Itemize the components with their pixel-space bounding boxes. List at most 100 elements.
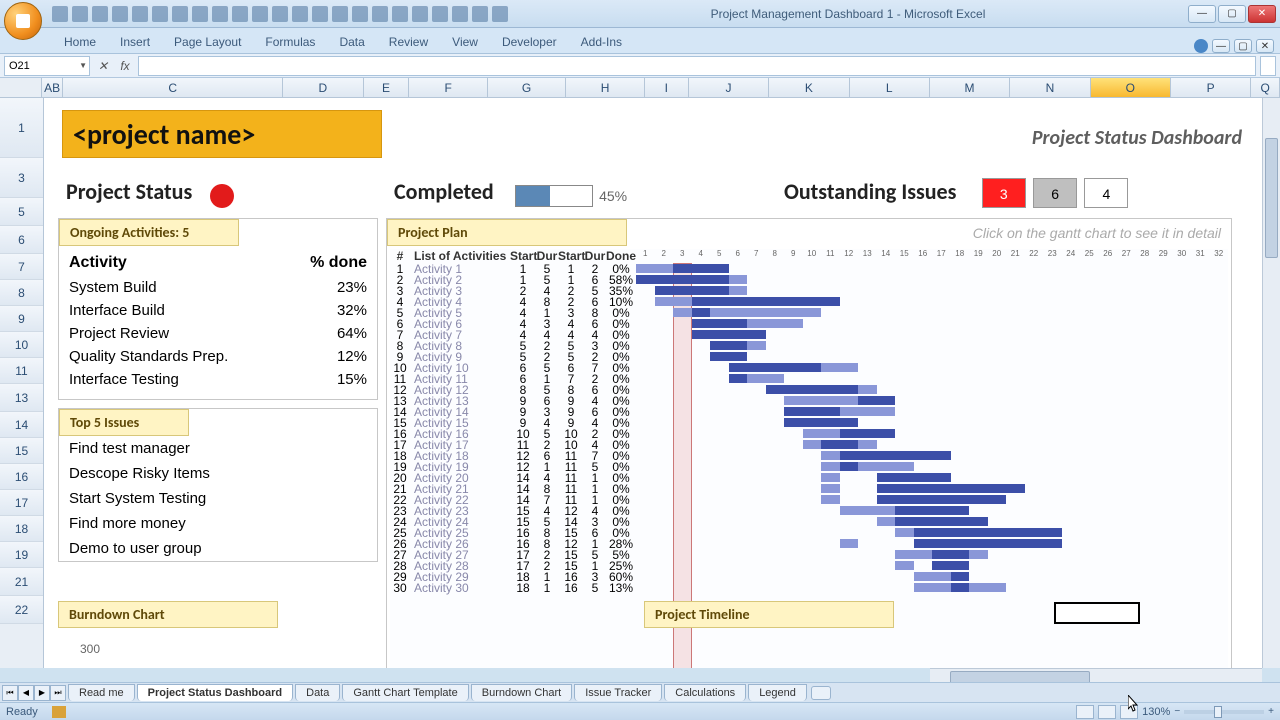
column-header[interactable]: K xyxy=(769,78,849,97)
tab-nav-first[interactable]: ⏮ xyxy=(2,685,18,701)
ribbon-restore-button[interactable]: ▢ xyxy=(1234,39,1252,53)
column-header[interactable]: P xyxy=(1171,78,1251,97)
row-header[interactable]: 21 xyxy=(0,568,43,596)
expand-formula-bar[interactable] xyxy=(1260,56,1276,76)
column-header[interactable]: O xyxy=(1091,78,1171,97)
maximize-button[interactable]: ▢ xyxy=(1218,5,1246,23)
qat-icon[interactable] xyxy=(272,6,288,22)
ribbon-tab-review[interactable]: Review xyxy=(377,31,440,53)
tab-nav-prev[interactable]: ◀ xyxy=(18,685,34,701)
row-header[interactable]: 14 xyxy=(0,412,43,438)
qat-icon[interactable] xyxy=(312,6,328,22)
row-header[interactable]: 15 xyxy=(0,438,43,464)
column-header[interactable]: F xyxy=(409,78,487,97)
column-header[interactable]: N xyxy=(1010,78,1090,97)
sheet-content[interactable]: <project name> Project Status Dashboard … xyxy=(44,98,1262,668)
new-sheet-button[interactable] xyxy=(811,686,831,700)
zoom-slider-thumb[interactable] xyxy=(1214,706,1222,718)
page-break-view-button[interactable] xyxy=(1120,705,1138,719)
row-header[interactable]: 18 xyxy=(0,516,43,542)
qat-icon[interactable] xyxy=(372,6,388,22)
sheet-tab[interactable]: Issue Tracker xyxy=(574,684,662,701)
ribbon-tab-view[interactable]: View xyxy=(440,31,490,53)
column-header[interactable]: J xyxy=(689,78,769,97)
column-header[interactable]: I xyxy=(645,78,689,97)
row-header[interactable]: 5 xyxy=(0,198,43,226)
row-header[interactable]: 22 xyxy=(0,596,43,624)
fx-icon[interactable]: fx xyxy=(116,57,134,75)
qat-icon[interactable] xyxy=(132,6,148,22)
sheet-tab[interactable]: Data xyxy=(295,684,340,701)
ribbon-tab-insert[interactable]: Insert xyxy=(108,31,162,53)
row-header[interactable]: 10 xyxy=(0,332,43,358)
qat-icon[interactable] xyxy=(392,6,408,22)
sheet-tab[interactable]: Calculations xyxy=(664,684,746,701)
undo-icon[interactable] xyxy=(72,6,88,22)
qat-icon[interactable] xyxy=(432,6,448,22)
tab-nav-next[interactable]: ▶ xyxy=(34,685,50,701)
ribbon-minimize-button[interactable]: — xyxy=(1212,39,1230,53)
qat-icon[interactable] xyxy=(172,6,188,22)
column-header[interactable]: AB xyxy=(42,78,63,97)
row-header[interactable]: 6 xyxy=(0,226,43,254)
row-header[interactable]: 1 xyxy=(0,98,43,158)
redo-icon[interactable] xyxy=(92,6,108,22)
qat-icon[interactable] xyxy=(152,6,168,22)
sheet-tab[interactable]: Gantt Chart Template xyxy=(342,684,468,701)
print-icon[interactable] xyxy=(112,6,128,22)
office-button[interactable] xyxy=(4,2,42,40)
qat-icon[interactable] xyxy=(412,6,428,22)
column-header[interactable]: D xyxy=(283,78,363,97)
row-header[interactable]: 11 xyxy=(0,358,43,384)
zoom-out-button[interactable]: − xyxy=(1174,706,1180,717)
sheet-tab[interactable]: Project Status Dashboard xyxy=(137,684,293,701)
ribbon-tab-developer[interactable]: Developer xyxy=(490,31,569,53)
row-header[interactable]: 19 xyxy=(0,542,43,568)
zoom-level[interactable]: 130% xyxy=(1142,706,1170,718)
cancel-icon[interactable]: ✕ xyxy=(94,57,112,75)
qat-icon[interactable] xyxy=(332,6,348,22)
ribbon-tab-add-ins[interactable]: Add-Ins xyxy=(569,31,634,53)
column-header[interactable]: G xyxy=(488,78,566,97)
column-header[interactable]: C xyxy=(63,78,283,97)
ribbon-tab-formulas[interactable]: Formulas xyxy=(253,31,327,53)
ribbon-tab-data[interactable]: Data xyxy=(327,31,376,53)
qat-icon[interactable] xyxy=(472,6,488,22)
zoom-in-button[interactable]: + xyxy=(1268,706,1274,717)
row-header[interactable]: 17 xyxy=(0,490,43,516)
save-icon[interactable] xyxy=(52,6,68,22)
vertical-scrollbar[interactable] xyxy=(1262,98,1280,668)
name-box[interactable]: O21▼ xyxy=(4,56,90,76)
page-layout-view-button[interactable] xyxy=(1098,705,1116,719)
qat-icon[interactable] xyxy=(352,6,368,22)
row-header[interactable]: 9 xyxy=(0,306,43,332)
sheet-tab[interactable]: Read me xyxy=(68,684,135,701)
column-header[interactable]: E xyxy=(364,78,410,97)
scrollbar-thumb[interactable] xyxy=(1265,138,1278,258)
qat-icon[interactable] xyxy=(252,6,268,22)
row-header[interactable]: 3 xyxy=(0,158,43,198)
ribbon-tab-page-layout[interactable]: Page Layout xyxy=(162,31,253,53)
dropdown-icon[interactable]: ▼ xyxy=(79,61,89,70)
qat-icon[interactable] xyxy=(192,6,208,22)
qat-icon[interactable] xyxy=(452,6,468,22)
row-header[interactable]: 13 xyxy=(0,384,43,412)
formula-input[interactable] xyxy=(138,56,1256,76)
column-header[interactable]: L xyxy=(850,78,930,97)
worksheet[interactable]: 13567891011131415161718192122 <project n… xyxy=(0,98,1262,668)
row-header[interactable]: 16 xyxy=(0,464,43,490)
help-icon[interactable] xyxy=(1194,39,1208,53)
qat-icon[interactable] xyxy=(492,6,508,22)
qat-icon[interactable] xyxy=(292,6,308,22)
select-all-corner[interactable] xyxy=(0,78,42,97)
row-header[interactable]: 7 xyxy=(0,254,43,280)
close-button[interactable]: ✕ xyxy=(1248,5,1276,23)
selected-cell-indicator[interactable] xyxy=(1054,602,1140,624)
sheet-tab[interactable]: Legend xyxy=(748,684,807,701)
row-header[interactable]: 8 xyxy=(0,280,43,306)
sheet-tab[interactable]: Burndown Chart xyxy=(471,684,573,701)
macro-record-icon[interactable] xyxy=(52,706,66,718)
minimize-button[interactable]: — xyxy=(1188,5,1216,23)
zoom-slider[interactable] xyxy=(1184,710,1264,714)
column-header[interactable]: M xyxy=(930,78,1010,97)
